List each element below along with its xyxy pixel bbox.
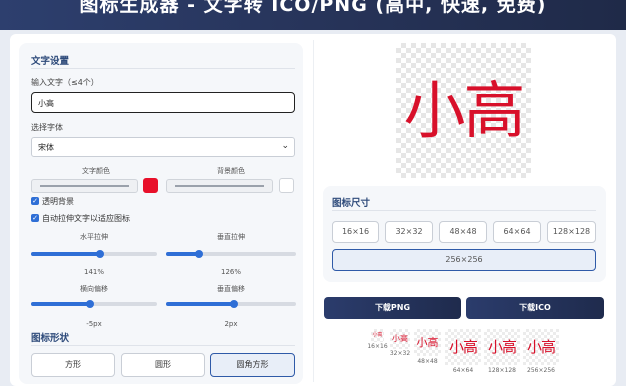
v-offset-value: 2px (224, 320, 238, 328)
slider-handle[interactable] (195, 250, 203, 258)
thumbnail-48: 小高 (414, 329, 441, 356)
font-select-value: 宋体 (38, 143, 54, 152)
thumbnail-32: 小高 (390, 329, 410, 349)
size-128-button[interactable]: 128×128 (547, 221, 596, 243)
h-stretch-label: 水平拉伸 (80, 233, 108, 241)
v-stretch-value: 126% (220, 268, 241, 276)
v-stretch-label: 垂直拉伸 (217, 233, 245, 241)
shape-rounded-button[interactable]: 圆角方形 (210, 353, 295, 377)
transparent-label: 透明背景 (42, 197, 74, 206)
slider-handle[interactable] (96, 250, 104, 258)
size-section-title: 图标尺寸 (332, 198, 371, 209)
download-ico-button[interactable]: 下载ICO (466, 297, 604, 319)
bg-color-swatch[interactable] (279, 178, 294, 193)
text-input-label: 输入文字（≤4个） (31, 78, 99, 87)
size-32-button[interactable]: 32×32 (385, 221, 433, 243)
shape-circle-button[interactable]: 圆形 (121, 353, 205, 377)
page-title: 图标生成器 - 文字转 ICO/PNG (高中, 快速, 免费) (79, 0, 547, 16)
size-256-button[interactable]: 256×256 (332, 249, 596, 271)
thumbnail-caption: 64×64 (452, 367, 474, 374)
thumbnail-caption: 48×48 (417, 358, 438, 365)
font-select-label: 选择字体 (31, 123, 63, 132)
download-png-button[interactable]: 下载PNG (324, 297, 461, 319)
v-offset-slider[interactable] (166, 300, 296, 308)
h-offset-value: -5px (86, 320, 102, 328)
bg-color-label: 背景颜色 (217, 167, 245, 175)
slider-handle[interactable] (230, 300, 238, 308)
thumbnail-caption: 32×32 (389, 350, 411, 357)
font-select[interactable]: 宋体 ⌄ (31, 137, 295, 157)
preview-text: 小高 (403, 74, 525, 147)
thumbnail-caption: 256×256 (527, 367, 555, 374)
slider-fill (166, 302, 234, 306)
column-divider (313, 40, 314, 382)
chevron-down-icon: ⌄ (281, 141, 289, 151)
slider-handle[interactable] (86, 300, 94, 308)
v-stretch-slider[interactable] (166, 250, 296, 258)
text-settings-title: 文字设置 (31, 56, 70, 67)
divider (31, 68, 295, 69)
h-offset-slider[interactable] (31, 300, 157, 308)
h-stretch-slider[interactable] (31, 250, 157, 258)
divider (332, 210, 596, 211)
bg-color-picker[interactable] (166, 179, 273, 193)
slider-fill (31, 252, 100, 256)
divider (31, 345, 295, 346)
h-stretch-value: 141% (83, 268, 104, 276)
shape-square-button[interactable]: 方形 (31, 353, 115, 377)
thumbnail-64: 小高 (445, 329, 481, 365)
transparent-checkbox[interactable]: ✓ (31, 197, 39, 205)
size-64-button[interactable]: 64×64 (493, 221, 541, 243)
text-input[interactable]: 小高 (31, 92, 295, 113)
slider-fill (31, 302, 90, 306)
thumbnail-caption: 16×16 (367, 343, 388, 350)
size-16-button[interactable]: 16×16 (332, 221, 379, 243)
thumbnail-16: 小高 (371, 329, 384, 342)
shape-section-title: 图标形状 (31, 333, 70, 344)
size-48-button[interactable]: 48×48 (439, 221, 487, 243)
h-offset-label: 横向偏移 (80, 285, 108, 293)
autostretch-label: 自动拉伸文字以适应图标 (42, 214, 130, 223)
icon-preview: 小高 (396, 43, 531, 178)
text-color-label: 文字颜色 (82, 167, 110, 175)
thumbnail-128: 小高 (484, 329, 520, 365)
autostretch-checkbox[interactable]: ✓ (31, 214, 39, 222)
text-color-picker[interactable] (31, 179, 138, 193)
text-color-swatch[interactable] (143, 178, 158, 193)
v-offset-label: 垂直偏移 (217, 285, 245, 293)
header-bar: 图标生成器 - 文字转 ICO/PNG (高中, 快速, 免费) (0, 0, 626, 30)
thumbnail-256: 小高 (523, 329, 559, 365)
thumbnail-caption: 128×128 (488, 367, 516, 374)
